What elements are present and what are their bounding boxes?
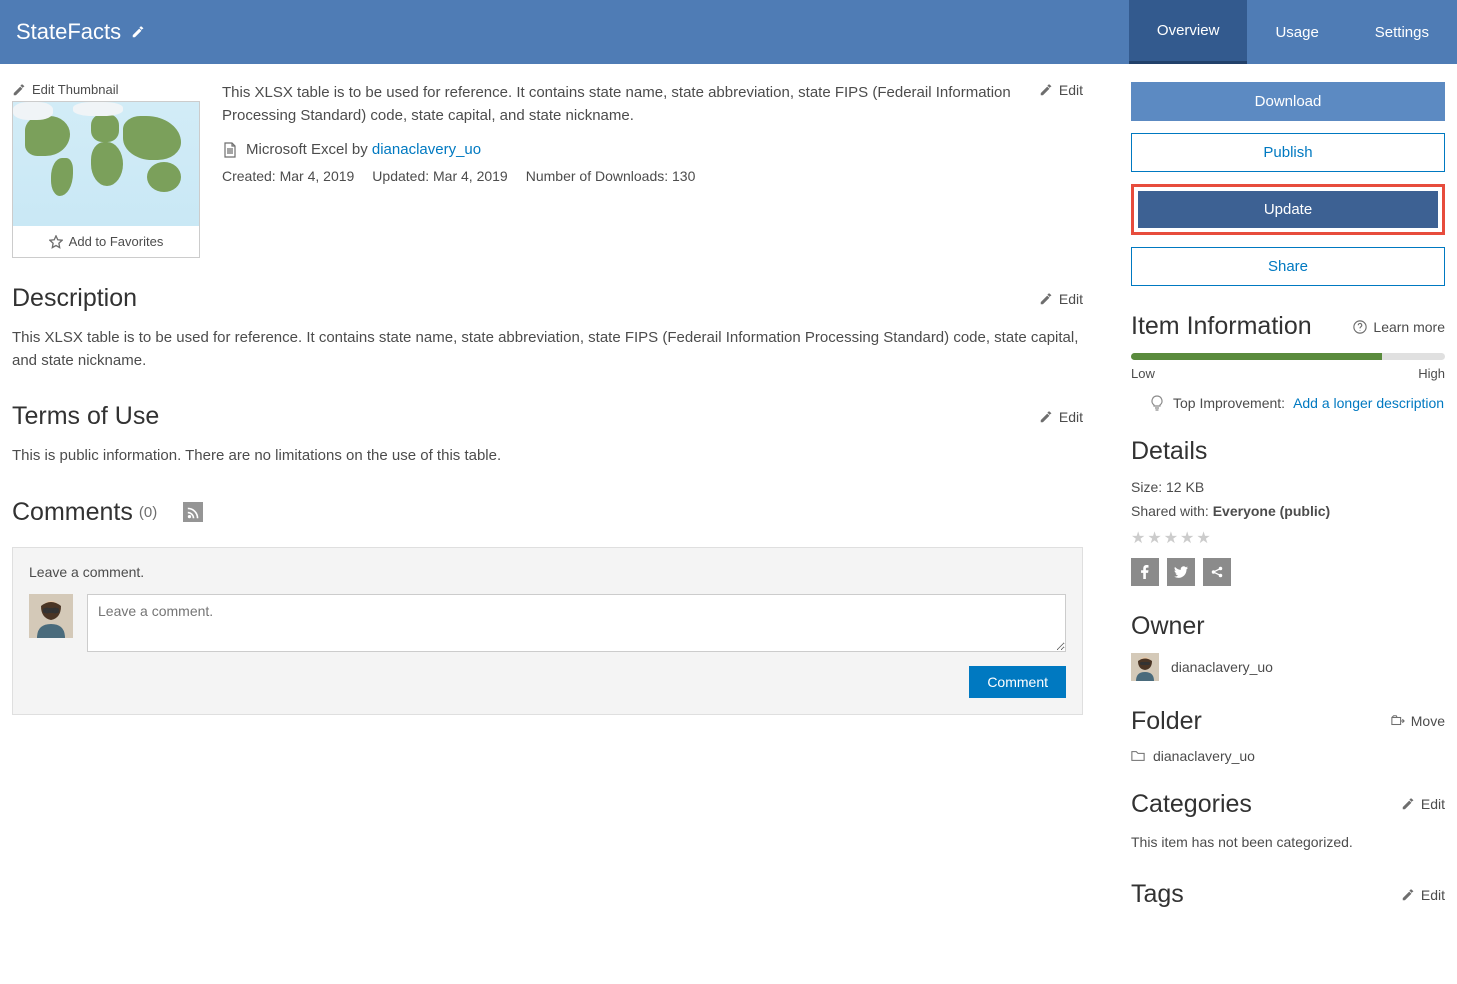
edit-categories-button[interactable]: Edit (1401, 796, 1445, 812)
shared-line: Shared with: Everyone (public) (1131, 500, 1445, 524)
categories-body: This item has not been categorized. (1131, 831, 1445, 855)
pencil-icon (1401, 797, 1415, 811)
file-type-row: Microsoft Excel by dianaclavery_uo (222, 141, 1083, 158)
move-folder-button[interactable]: Move (1391, 713, 1445, 729)
comment-submit-button[interactable]: Comment (969, 666, 1066, 698)
comments-count: (0) (139, 504, 157, 521)
improvement-link[interactable]: Add a longer description (1293, 395, 1444, 411)
updated-date: Updated: Mar 4, 2019 (372, 168, 507, 184)
update-button-highlight: Update (1131, 184, 1445, 235)
description-title: Description (12, 284, 137, 313)
folder-icon (1131, 749, 1145, 763)
comments-title: Comments (12, 498, 133, 527)
star-icon: ★ (1196, 528, 1210, 548)
progress-high: High (1418, 366, 1445, 381)
description-body: This XLSX table is to be used for refere… (12, 327, 1083, 372)
tags-title: Tags (1131, 880, 1184, 909)
tab-settings[interactable]: Settings (1347, 0, 1457, 64)
terms-body: This is public information. There are no… (12, 445, 1083, 468)
rss-button[interactable] (183, 502, 203, 522)
header-tabs: Overview Usage Settings (1129, 0, 1457, 64)
download-count: Number of Downloads: 130 (526, 168, 696, 184)
folder-row[interactable]: dianaclavery_uo (1131, 748, 1445, 764)
owner-title: Owner (1131, 612, 1445, 641)
edit-thumbnail-button[interactable]: Edit Thumbnail (12, 82, 200, 97)
user-avatar (29, 594, 73, 638)
rating-stars[interactable]: ★ ★ ★ ★ ★ (1131, 528, 1445, 548)
facebook-share-button[interactable] (1131, 558, 1159, 586)
owner-name[interactable]: dianaclavery_uo (1171, 659, 1273, 675)
created-date: Created: Mar 4, 2019 (222, 168, 354, 184)
twitter-share-button[interactable] (1167, 558, 1195, 586)
star-icon: ★ (1164, 528, 1178, 548)
info-progress-bar (1131, 353, 1445, 360)
progress-low: Low (1131, 366, 1155, 381)
star-icon: ★ (1147, 528, 1161, 548)
main: Edit Thumbnail Add t (12, 82, 1083, 921)
item-info-title: Item Information (1131, 312, 1312, 341)
page-title-wrap: StateFacts (16, 0, 145, 64)
edit-summary-button[interactable]: Edit (1039, 82, 1083, 98)
summary-text: This XLSX table is to be used for refere… (222, 82, 1083, 127)
sidebar: Download Publish Update Share Item Infor… (1131, 82, 1445, 921)
share-icon (1210, 565, 1224, 579)
download-button[interactable]: Download (1131, 82, 1445, 121)
edit-description-button[interactable]: Edit (1039, 291, 1083, 307)
folder-title: Folder (1131, 707, 1202, 736)
bulb-icon (1149, 395, 1165, 411)
size-line: Size: 12 KB (1131, 476, 1445, 500)
pencil-icon (1039, 292, 1053, 306)
add-to-favorites-button[interactable]: Add to Favorites (13, 226, 199, 257)
star-icon (49, 235, 63, 249)
comment-input[interactable] (87, 594, 1066, 652)
learn-more-link[interactable]: Learn more (1353, 319, 1445, 335)
comment-label: Leave a comment. (29, 564, 1066, 580)
twitter-icon (1174, 565, 1188, 579)
terms-title: Terms of Use (12, 402, 159, 431)
details-title: Details (1131, 437, 1445, 466)
update-button[interactable]: Update (1138, 191, 1438, 228)
tab-usage[interactable]: Usage (1247, 0, 1346, 64)
share-button[interactable]: Share (1131, 247, 1445, 286)
pencil-icon (1401, 888, 1415, 902)
pencil-icon (1039, 83, 1053, 97)
owner-avatar (1131, 653, 1159, 681)
header: StateFacts Overview Usage Settings (0, 0, 1457, 64)
star-icon: ★ (1180, 528, 1194, 548)
edit-terms-button[interactable]: Edit (1039, 409, 1083, 425)
author-link[interactable]: dianaclavery_uo (372, 141, 481, 158)
tab-overview[interactable]: Overview (1129, 0, 1248, 64)
help-icon (1353, 320, 1367, 334)
facebook-icon (1138, 565, 1152, 579)
pencil-icon (12, 83, 26, 97)
file-icon (222, 142, 238, 158)
page-title: StateFacts (16, 19, 121, 45)
categories-title: Categories (1131, 790, 1252, 819)
star-icon: ★ (1131, 528, 1145, 548)
comment-form: Leave a comment. Comment (12, 547, 1083, 715)
generic-share-button[interactable] (1203, 558, 1231, 586)
publish-button[interactable]: Publish (1131, 133, 1445, 172)
pencil-icon (1039, 410, 1053, 424)
rss-icon (187, 506, 200, 519)
move-icon (1391, 714, 1405, 728)
thumbnail[interactable]: Add to Favorites (12, 101, 200, 258)
edit-title-icon[interactable] (131, 25, 145, 39)
edit-tags-button[interactable]: Edit (1401, 887, 1445, 903)
